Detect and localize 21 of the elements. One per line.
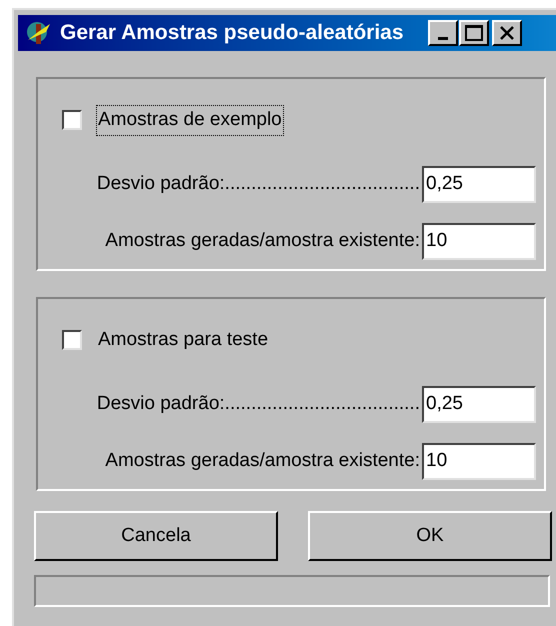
close-icon [498, 26, 515, 40]
window-title: Gerar Amostras pseudo-aleatórias [60, 20, 404, 46]
input-field[interactable]: 0,25 [422, 166, 536, 202]
input-field[interactable]: 0,25 [422, 386, 536, 422]
checkbox[interactable] [62, 110, 82, 130]
field-label: Desvio padrão:..................................... [96, 172, 420, 196]
input-field[interactable]: 10 [422, 222, 536, 260]
close-button[interactable] [492, 20, 522, 46]
minimize-icon [438, 37, 448, 40]
checkbox-label[interactable]: Amostras de exemplo [96, 105, 284, 136]
checkbox[interactable] [62, 330, 82, 350]
maximize-button[interactable] [458, 20, 489, 46]
dialog-button[interactable]: Cancela [34, 511, 278, 561]
field-label: Amostras geradas/amostra existente: [105, 448, 420, 473]
checkbox-label[interactable]: Amostras para teste [96, 325, 270, 356]
field-label: Amostras geradas/amostra existente: [105, 228, 420, 253]
maximize-icon [464, 25, 483, 41]
dialog-button[interactable]: OK [308, 511, 552, 561]
field-label: Desvio padrão:..................................... [96, 392, 420, 416]
minimize-button[interactable] [428, 20, 458, 46]
input-field[interactable]: 10 [422, 442, 536, 480]
